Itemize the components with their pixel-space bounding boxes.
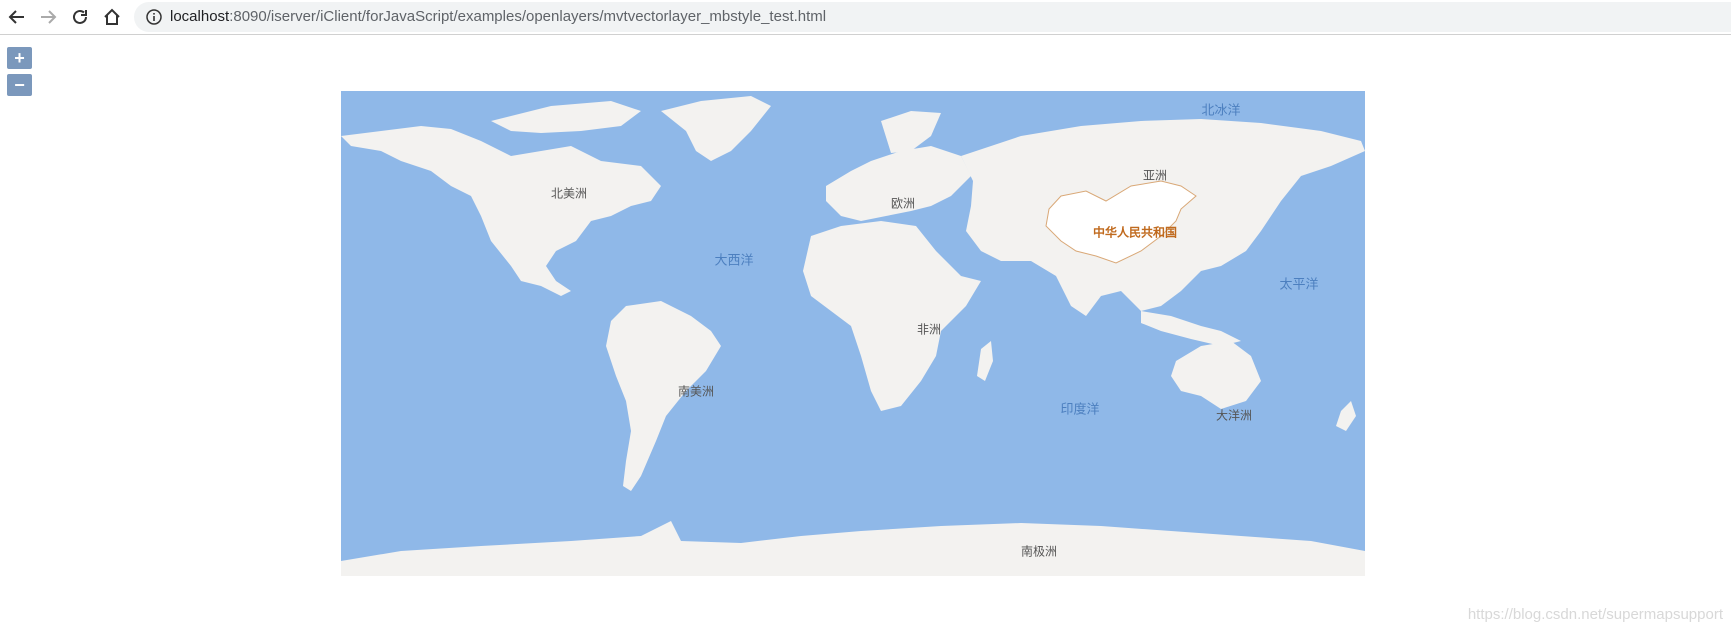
continent-label-south-america: 南美洲 [677,384,715,399]
arrow-left-icon [8,10,24,24]
url-host: localhost [170,8,230,25]
ocean-label-indian: 印度洋 [1060,401,1100,417]
ocean-label-atlantic: 大西洋 [714,252,754,268]
continent-label-africa: 非洲 [916,322,942,337]
back-button[interactable] [5,5,29,29]
arrow-right-icon [41,10,57,24]
home-button[interactable] [100,5,124,29]
zoom-out-button[interactable]: − [7,74,32,96]
world-map-shapes [341,96,1365,576]
africa-shape [803,221,981,411]
url-path: :8090/iserver/iClient/forJavaScript/exam… [229,8,827,25]
sea-islands-shape [1141,311,1241,346]
ocean-label-pacific: 太平洋 [1279,276,1319,292]
australia-shape [1171,341,1261,409]
info-icon[interactable] [146,9,162,25]
ocean-label-arctic: 北冰洋 [1201,102,1241,118]
north-america-shape [341,126,661,296]
map-canvas[interactable]: 北冰洋 大西洋 太平洋 印度洋 北美洲 南美洲 欧洲 亚洲 非洲 大洋洲 南极洲… [341,91,1365,576]
reload-icon [73,9,87,24]
new-zealand-shape [1336,401,1356,431]
browser-toolbar: localhost:8090/iserver/iClient/forJavaSc… [0,0,1731,35]
forward-button[interactable] [36,5,60,29]
continent-label-antarctica: 南极洲 [1020,544,1058,559]
greenland-shape [661,96,771,161]
watermark: https://blog.csdn.net/supermapsupport [1467,606,1723,623]
home-icon [104,8,120,25]
antarctica-shape [341,521,1365,576]
continent-label-north-america: 北美洲 [550,186,588,201]
arctic-islands-shape [491,101,641,133]
madagascar-shape [977,341,993,381]
continent-label-oceania: 大洋洲 [1215,408,1253,423]
continent-label-asia: 亚洲 [1142,168,1168,183]
country-label-china: 中华人民共和国 [1092,225,1178,240]
zoom-in-button[interactable]: + [7,47,32,69]
continent-label-europe: 欧洲 [890,196,916,211]
address-bar[interactable]: localhost:8090/iserver/iClient/forJavaSc… [134,2,1731,32]
url-text[interactable]: localhost:8090/iserver/iClient/forJavaSc… [170,8,826,26]
reload-button[interactable] [68,5,92,29]
